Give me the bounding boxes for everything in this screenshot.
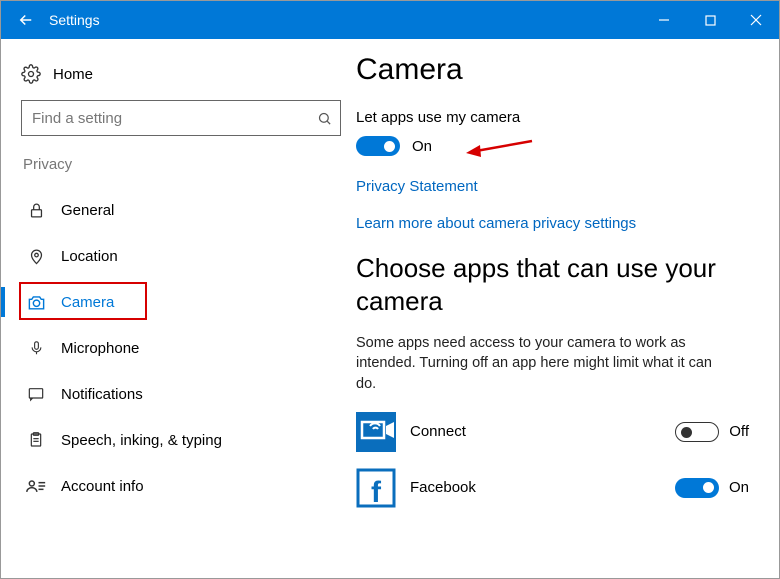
sidebar-item-label: Account info xyxy=(61,478,144,495)
sidebar-item-camera[interactable]: Camera xyxy=(21,279,356,325)
toggle-knob xyxy=(703,482,714,493)
app-name: Facebook xyxy=(410,479,476,496)
toggle-knob xyxy=(681,427,692,438)
sidebar-item-microphone[interactable]: Microphone xyxy=(21,325,356,371)
notifications-icon xyxy=(27,386,45,402)
back-button[interactable] xyxy=(9,3,43,37)
account-icon xyxy=(26,478,46,494)
privacy-statement-link[interactable]: Privacy Statement xyxy=(356,178,767,195)
camera-icon xyxy=(27,293,46,312)
choose-apps-heading: Choose apps that can use your camera xyxy=(356,252,767,317)
gear-icon xyxy=(21,64,41,84)
titlebar: Settings xyxy=(1,1,779,39)
learn-more-link[interactable]: Learn more about camera privacy settings xyxy=(356,215,767,232)
close-icon xyxy=(750,14,762,26)
main-content: Camera Let apps use my camera On Privacy… xyxy=(356,39,779,578)
lock-icon xyxy=(28,202,45,219)
search-icon xyxy=(317,111,332,126)
app-row-facebook: f Facebook On xyxy=(356,468,767,508)
sidebar-item-label: General xyxy=(61,202,114,219)
section-label-privacy: Privacy xyxy=(23,156,356,173)
microphone-icon xyxy=(29,339,44,357)
camera-enable-toggle[interactable] xyxy=(356,136,400,156)
maximize-button[interactable] xyxy=(687,1,733,39)
minimize-icon xyxy=(658,14,670,26)
arrow-left-icon xyxy=(17,11,35,29)
sidebar-item-location[interactable]: Location xyxy=(21,233,356,279)
close-button[interactable] xyxy=(733,1,779,39)
app-name: Connect xyxy=(410,423,466,440)
app-toggle-state: On xyxy=(729,479,749,496)
window-controls xyxy=(641,1,779,39)
sidebar-item-label: Speech, inking, & typing xyxy=(61,432,222,449)
sidebar: Home Privacy General Location Camera Mic… xyxy=(1,39,356,578)
home-button[interactable]: Home xyxy=(21,59,356,100)
choose-apps-description: Some apps need access to your camera to … xyxy=(356,333,716,394)
facebook-app-icon: f xyxy=(356,468,396,508)
app-toggle-state: Off xyxy=(729,423,749,440)
page-title: Camera xyxy=(356,53,767,87)
sidebar-item-notifications[interactable]: Notifications xyxy=(21,371,356,417)
sidebar-item-general[interactable]: General xyxy=(21,187,356,233)
minimize-button[interactable] xyxy=(641,1,687,39)
app-toggle-connect[interactable] xyxy=(675,422,719,442)
camera-enable-state: On xyxy=(412,138,432,155)
connect-app-icon xyxy=(356,412,396,452)
sidebar-item-label: Location xyxy=(61,248,118,265)
app-row-connect: Connect Off xyxy=(356,412,767,452)
search-box[interactable] xyxy=(21,100,341,136)
app-toggle-facebook[interactable] xyxy=(675,478,719,498)
maximize-icon xyxy=(705,15,716,26)
location-icon xyxy=(28,248,45,265)
toggle-knob xyxy=(384,141,395,152)
sidebar-item-label: Microphone xyxy=(61,340,139,357)
sidebar-item-label: Notifications xyxy=(61,386,143,403)
svg-text:f: f xyxy=(371,476,382,508)
arrow-annotation xyxy=(464,137,534,159)
sidebar-item-label: Camera xyxy=(61,294,114,311)
clipboard-icon xyxy=(28,431,44,449)
camera-enable-label: Let apps use my camera xyxy=(356,109,767,126)
window-title: Settings xyxy=(49,12,100,28)
sidebar-item-account[interactable]: Account info xyxy=(21,463,356,509)
home-label: Home xyxy=(53,66,93,83)
search-input[interactable] xyxy=(32,110,317,127)
sidebar-item-speech[interactable]: Speech, inking, & typing xyxy=(21,417,356,463)
